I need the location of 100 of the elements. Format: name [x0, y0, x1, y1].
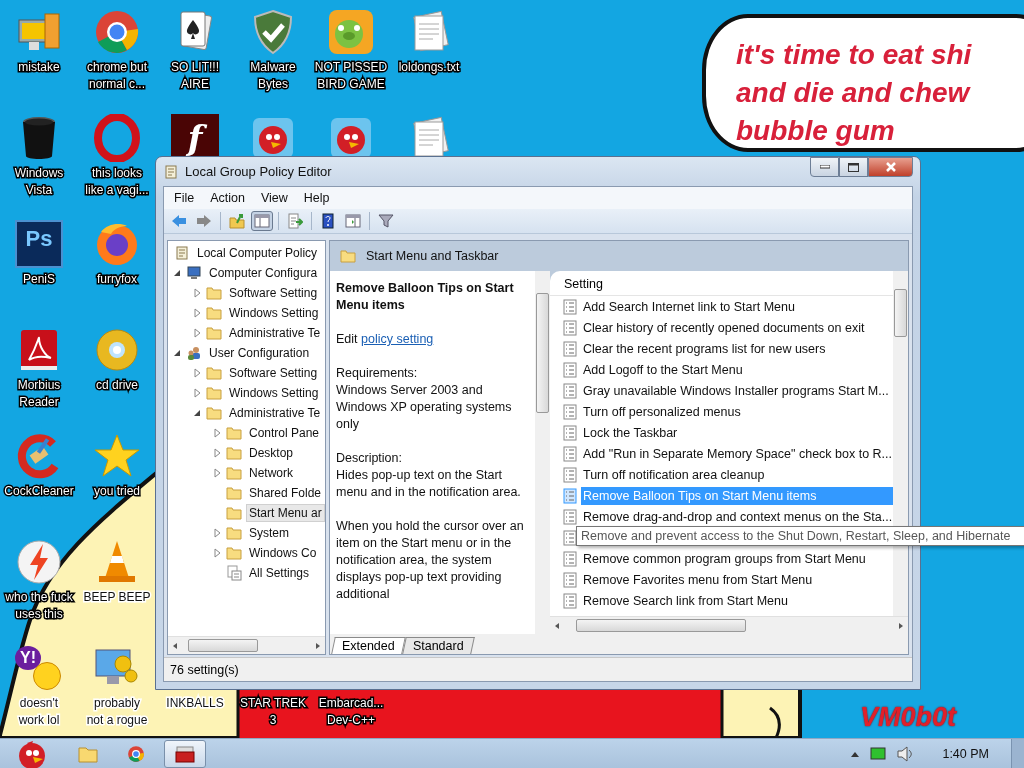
lightning-bolt-icon	[15, 538, 63, 586]
tree-item[interactable]: Software Setting	[226, 364, 321, 382]
desktop-icon-label[interactable]: BEEP BEEP	[83, 589, 151, 606]
tree-item[interactable]: Windows Co	[246, 544, 320, 562]
folder-up-icon	[229, 213, 245, 229]
setting-icon	[562, 487, 578, 504]
desktop-icon-label[interactable]: INKBALLS	[166, 695, 224, 712]
menu-item[interactable]: View	[252, 189, 296, 207]
desktop-icon-label[interactable]: Embarcad... Dev-C++	[318, 695, 384, 729]
toolbar-button[interactable]	[251, 211, 273, 231]
setting-row[interactable]: Add "Run in Separate Memory Space" check box to R...	[581, 444, 895, 463]
tree-item[interactable]: Administrative Te	[226, 404, 324, 422]
setting-row[interactable]: Lock the Taskbar	[581, 423, 893, 442]
collapsed-arrow-icon[interactable]	[192, 328, 202, 338]
menu-item[interactable]: Help	[295, 189, 338, 207]
network-icon[interactable]	[870, 747, 887, 761]
setting-row[interactable]: Remove Search link from Start Menu	[581, 591, 893, 610]
chrome-logo-icon	[127, 745, 145, 763]
tree-item[interactable]: Windows Setting	[226, 304, 322, 322]
setting-icon	[562, 466, 578, 483]
setting-row[interactable]: Clear the recent programs list for new users	[581, 339, 893, 358]
folder-icon	[206, 365, 222, 381]
setting-icon	[562, 445, 578, 462]
speaker-icon[interactable]	[896, 746, 915, 762]
collapsed-arrow-icon[interactable]	[212, 548, 222, 558]
setting-row[interactable]: Turn off personalized menus	[581, 402, 893, 421]
setting-icon	[562, 361, 578, 378]
show-hidden-icons-arrow-icon[interactable]	[850, 750, 861, 758]
view-tab[interactable]: Standard	[402, 637, 475, 654]
tree-item[interactable]: Computer Configura	[206, 264, 321, 282]
photoshop-logo-icon: Ps	[15, 220, 63, 268]
minimize-icon	[819, 165, 830, 169]
tree-item[interactable]: Desktop	[246, 444, 297, 462]
collapsed-arrow-icon[interactable]	[212, 428, 222, 438]
tree-item[interactable]: Administrative Te	[226, 324, 324, 342]
folder-icon	[226, 505, 242, 521]
collapsed-arrow-icon[interactable]	[212, 468, 222, 478]
menu-item[interactable]: Action	[202, 189, 253, 207]
minimize-button[interactable]	[810, 157, 839, 177]
desktop-icon-label[interactable]: doesn't work lol	[18, 695, 60, 729]
tree-item[interactable]: Software Setting	[226, 284, 321, 302]
tree-item[interactable]: User Configuration	[206, 344, 313, 362]
policy-setting-link[interactable]: policy setting	[361, 332, 434, 346]
tree-item[interactable]: Network	[246, 464, 296, 482]
maximize-button[interactable]	[839, 157, 868, 177]
setting-row[interactable]: Remove Favorites menu from Start Menu	[581, 570, 893, 589]
collapsed-arrow-icon[interactable]	[192, 388, 202, 398]
forward-arrow-icon	[196, 213, 212, 229]
close-button[interactable]	[868, 157, 913, 177]
tree-item[interactable]: Control Pane	[246, 424, 323, 442]
clock[interactable]: 1:40 PM	[942, 747, 989, 761]
setting-row[interactable]: Gray unavailable Windows Installer programs Start M...	[581, 381, 893, 400]
tree-item[interactable]: Local Computer Policy	[194, 244, 321, 262]
setting-row[interactable]: Add Search Internet link to Start Menu	[581, 297, 893, 316]
setting-icon	[562, 424, 578, 441]
setting-row[interactable]: Remove drag-and-drop and context menus on the Sta...	[581, 507, 895, 526]
folder-icon	[226, 425, 242, 441]
taskbar-button[interactable]	[164, 740, 206, 768]
tree-item[interactable]: Shared Folde	[246, 484, 325, 502]
expanded-arrow-icon[interactable]	[172, 348, 182, 358]
requirements-label: Requirements:	[336, 365, 419, 382]
folder-icon	[226, 545, 242, 561]
setting-row[interactable]: Remove common program groups from Start Menu	[581, 549, 893, 568]
pig-icon	[327, 8, 375, 56]
folder-icon	[340, 248, 356, 264]
column-header[interactable]: Setting	[550, 273, 893, 296]
panes-icon	[254, 213, 270, 229]
action-pane-icon	[345, 213, 361, 229]
policy-title: Remove Balloon Tips on Start Menu items	[336, 280, 515, 314]
horizontal-scrollbar[interactable]	[168, 636, 325, 654]
setting-row[interactable]: Add Logoff to the Start Menu	[581, 360, 893, 379]
speech-bubble-text: it's time to eat shi and die and chew bubble gum	[736, 38, 973, 148]
chrome-logo-icon	[93, 8, 141, 56]
view-tab[interactable]: Extended	[331, 637, 406, 654]
desktop-icon-label[interactable]: STAR TREK 3	[239, 695, 307, 729]
details-text: When you hold the cursor over an item on the Start menu or in the notification area, the system displays pop-up text providing additional	[336, 518, 525, 603]
close-icon	[885, 162, 896, 172]
opera-logo-icon	[93, 114, 141, 162]
expanded-arrow-icon[interactable]	[192, 408, 202, 418]
setting-icon	[562, 298, 578, 315]
collapsed-arrow-icon[interactable]	[192, 288, 202, 298]
setting-row[interactable]: Clear history of recently opened documents on exit	[581, 318, 893, 337]
desktop-icon-label[interactable]: probably not a rogue	[86, 695, 148, 729]
help-book-icon	[320, 213, 336, 229]
setting-icon	[562, 508, 578, 525]
tree-item[interactable]: Start Menu ar	[246, 504, 325, 522]
collapsed-arrow-icon[interactable]	[212, 528, 222, 538]
expanded-arrow-icon[interactable]	[172, 268, 182, 278]
tree-item[interactable]: Windows Setting	[226, 384, 322, 402]
tree-item[interactable]: System	[246, 524, 292, 542]
collapsed-arrow-icon[interactable]	[192, 368, 202, 378]
tree-item[interactable]: All Settings	[246, 564, 313, 582]
folder-icon	[206, 405, 222, 421]
collapsed-arrow-icon[interactable]	[212, 448, 222, 458]
policy-scroll-icon	[174, 245, 190, 261]
folder-icon	[206, 285, 222, 301]
vertical-scrollbar[interactable]	[535, 271, 550, 634]
collapsed-arrow-icon[interactable]	[192, 308, 202, 318]
setting-row[interactable]: Turn off notification area cleanup	[581, 465, 893, 484]
menu-item[interactable]: File	[166, 189, 203, 207]
